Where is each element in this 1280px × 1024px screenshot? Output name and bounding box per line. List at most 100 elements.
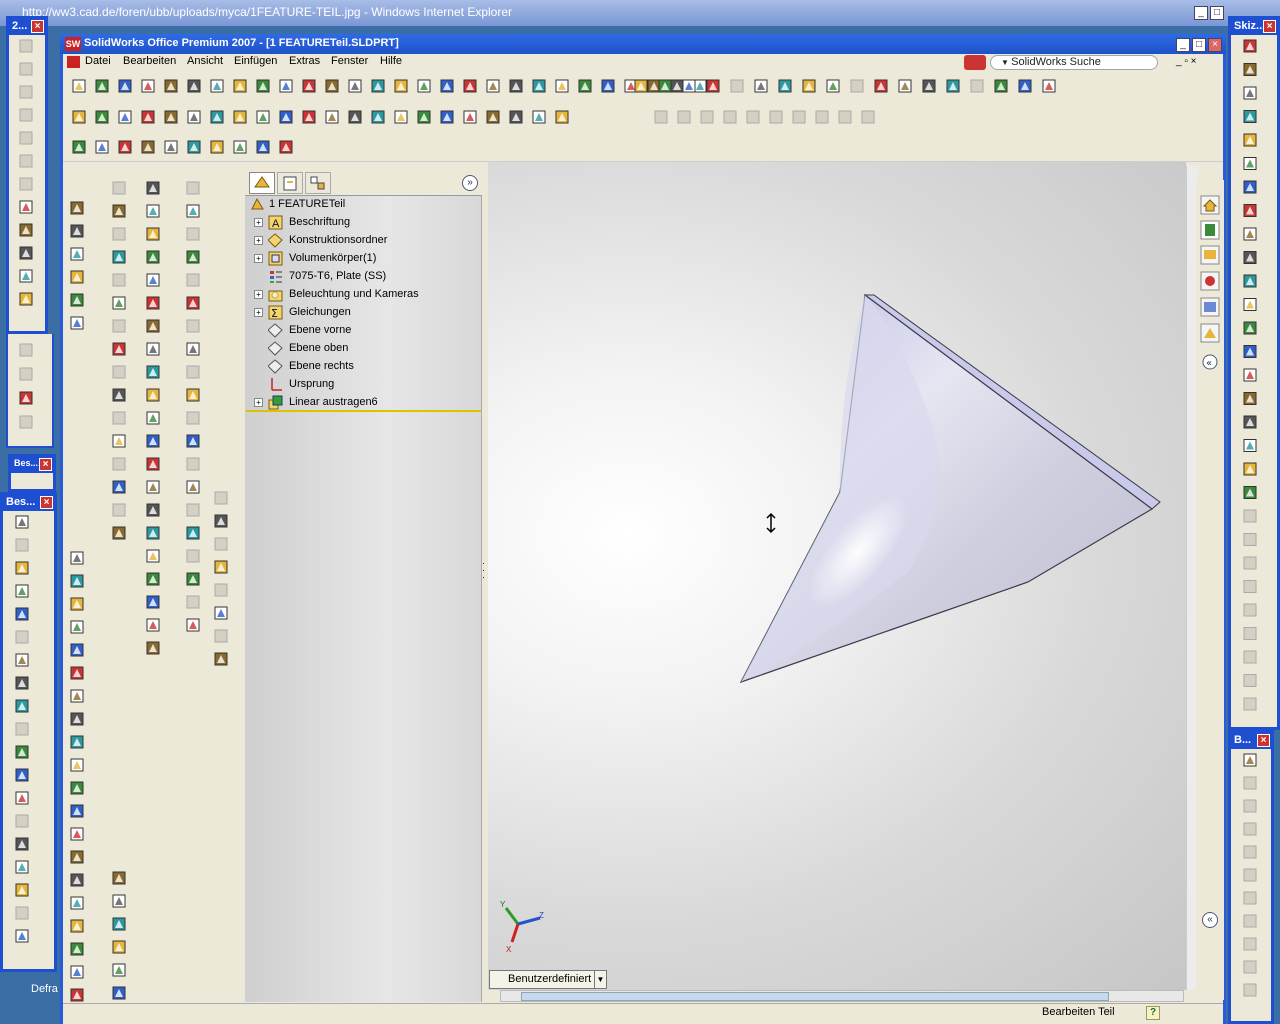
toolbar-button-icon[interactable]: [214, 514, 228, 528]
sw-close-button[interactable]: ×: [1208, 38, 1222, 52]
toolbar-button-icon[interactable]: [186, 181, 200, 195]
toolbar-button-icon[interactable]: [118, 79, 132, 93]
toolbar-button-icon[interactable]: [146, 457, 160, 471]
tab-configurationmanager[interactable]: [305, 172, 331, 194]
toolbar-button-icon[interactable]: [1243, 321, 1257, 335]
toolbar-button-icon[interactable]: [19, 269, 33, 283]
toolbar-button-icon[interactable]: [214, 491, 228, 505]
toolbar-button-icon[interactable]: [532, 110, 546, 124]
toolbar-button-icon[interactable]: [15, 745, 29, 759]
toolbar-button-icon[interactable]: [112, 526, 126, 540]
toolbar-button-icon[interactable]: [440, 79, 454, 93]
toolbar-button-icon[interactable]: [677, 110, 691, 124]
toolbar-button-icon[interactable]: [70, 712, 84, 726]
toolbar-button-icon[interactable]: [146, 319, 160, 333]
toolbar-button-icon[interactable]: [850, 79, 864, 93]
command-toolbars[interactable]: [63, 72, 1223, 162]
toolbar-button-icon[interactable]: [186, 296, 200, 310]
toolbar-button-icon[interactable]: [730, 79, 744, 93]
toolbar-button-icon[interactable]: [440, 110, 454, 124]
toolbar-button-icon[interactable]: [164, 79, 178, 93]
toolbar-button-icon[interactable]: [112, 963, 126, 977]
expand-pane-icon[interactable]: «: [1202, 912, 1218, 928]
toolbar-button-icon[interactable]: [214, 560, 228, 574]
toolbar-button-icon[interactable]: [723, 110, 737, 124]
toolbar-button-icon[interactable]: [1243, 799, 1257, 813]
toolbar-button-icon[interactable]: [15, 860, 29, 874]
ie-minimize-button[interactable]: _: [1194, 6, 1208, 20]
toolbar-button-icon[interactable]: [118, 140, 132, 154]
toolbar-button-icon[interactable]: [112, 503, 126, 517]
toolbar-button-icon[interactable]: [706, 79, 720, 93]
tab-propertymanager[interactable]: [277, 172, 303, 194]
toolbar-button-icon[interactable]: [1243, 63, 1257, 76]
close-icon[interactable]: ×: [39, 458, 52, 471]
toolbar-button-icon[interactable]: [15, 584, 29, 598]
toolbar-button-icon[interactable]: [15, 883, 29, 897]
tree-item[interactable]: Ebene vorne: [246, 322, 481, 340]
toolbar-button-icon[interactable]: [112, 940, 126, 954]
toolbar-button-icon[interactable]: [187, 79, 201, 93]
toolbar-button-icon[interactable]: [214, 537, 228, 551]
chevron-down-icon[interactable]: ▼: [594, 971, 606, 988]
toolbar-button-icon[interactable]: [70, 689, 84, 703]
toolbar-button-icon[interactable]: [214, 583, 228, 597]
toolbar-button-icon[interactable]: [302, 79, 316, 93]
toolbar-button-icon[interactable]: [146, 503, 160, 517]
vertical-toolbars[interactable]: [63, 160, 245, 1002]
tree-item[interactable]: + Konstruktionsordner: [246, 232, 481, 250]
toolbar-button-icon[interactable]: [118, 110, 132, 124]
toolbar-button-icon[interactable]: [112, 227, 126, 241]
toolbar-button-icon[interactable]: [233, 110, 247, 124]
toolbar-button-icon[interactable]: [214, 652, 228, 666]
toolbar-button-icon[interactable]: [186, 342, 200, 356]
tree-item[interactable]: Ursprung: [246, 376, 481, 394]
toolbar-button-icon[interactable]: [70, 873, 84, 887]
toolbar-button-icon[interactable]: [682, 79, 696, 93]
toolbar-button-icon[interactable]: [1243, 580, 1257, 593]
toolbar-button-icon[interactable]: [70, 224, 84, 238]
toolbar-button-icon[interactable]: [70, 896, 84, 910]
toolbar-button-icon[interactable]: [1243, 627, 1257, 640]
toolbar-button-icon[interactable]: [1243, 251, 1257, 264]
toolbar-button-icon[interactable]: [769, 110, 783, 124]
ie-maximize-button[interactable]: □: [1210, 6, 1224, 20]
toolbar-button-icon[interactable]: [1243, 368, 1257, 382]
toolbar-button-icon[interactable]: [187, 110, 201, 124]
toolbar-button-icon[interactable]: [70, 850, 84, 864]
toolbar-button-icon[interactable]: [838, 110, 852, 124]
toolbar-button-icon[interactable]: [1243, 960, 1257, 974]
toolbar-button-icon[interactable]: [214, 606, 228, 620]
close-icon[interactable]: ×: [40, 496, 53, 509]
toolbar-button-icon[interactable]: [417, 110, 431, 124]
sw-restore-button[interactable]: □: [1192, 38, 1206, 52]
toolbar-button-icon[interactable]: [348, 110, 362, 124]
toolbar-button-icon[interactable]: [146, 365, 160, 379]
menu-bearbeiten[interactable]: Bearbeiten: [123, 55, 176, 67]
toolbar-button-icon[interactable]: [394, 79, 408, 93]
toolbar-button-icon[interactable]: [509, 79, 523, 93]
toolbar-button-icon[interactable]: [417, 79, 431, 93]
toolbar-button-icon[interactable]: [15, 561, 29, 575]
toolbar-button-icon[interactable]: [112, 319, 126, 333]
toolbar-button-icon[interactable]: [700, 110, 714, 124]
toolbar-button-icon[interactable]: [1243, 983, 1257, 997]
toolbar-button-icon[interactable]: [112, 411, 126, 425]
toolbar-button-icon[interactable]: [792, 110, 806, 124]
toolbar-button-icon[interactable]: [70, 781, 84, 795]
toolbar-button-icon[interactable]: [1243, 776, 1257, 790]
toolbar-button-icon[interactable]: [325, 110, 339, 124]
toolbar-button-icon[interactable]: [95, 140, 109, 154]
toolbar-button-icon[interactable]: [112, 480, 126, 494]
horizontal-scrollbar[interactable]: [500, 990, 1184, 1002]
toolbar-button-icon[interactable]: [70, 965, 84, 979]
toolbar-button-icon[interactable]: [19, 415, 33, 429]
toolbar-button-icon[interactable]: [802, 79, 816, 93]
toolbar-button-icon[interactable]: [970, 79, 984, 93]
toolbar-button-icon[interactable]: [279, 79, 293, 93]
toolbar-button-icon[interactable]: [1243, 891, 1257, 905]
toolbar-button-icon[interactable]: [112, 181, 126, 195]
toolbar-button-icon[interactable]: [146, 204, 160, 218]
toolbar-button-icon[interactable]: [15, 607, 29, 621]
toolbar-button-icon[interactable]: [1243, 415, 1257, 429]
